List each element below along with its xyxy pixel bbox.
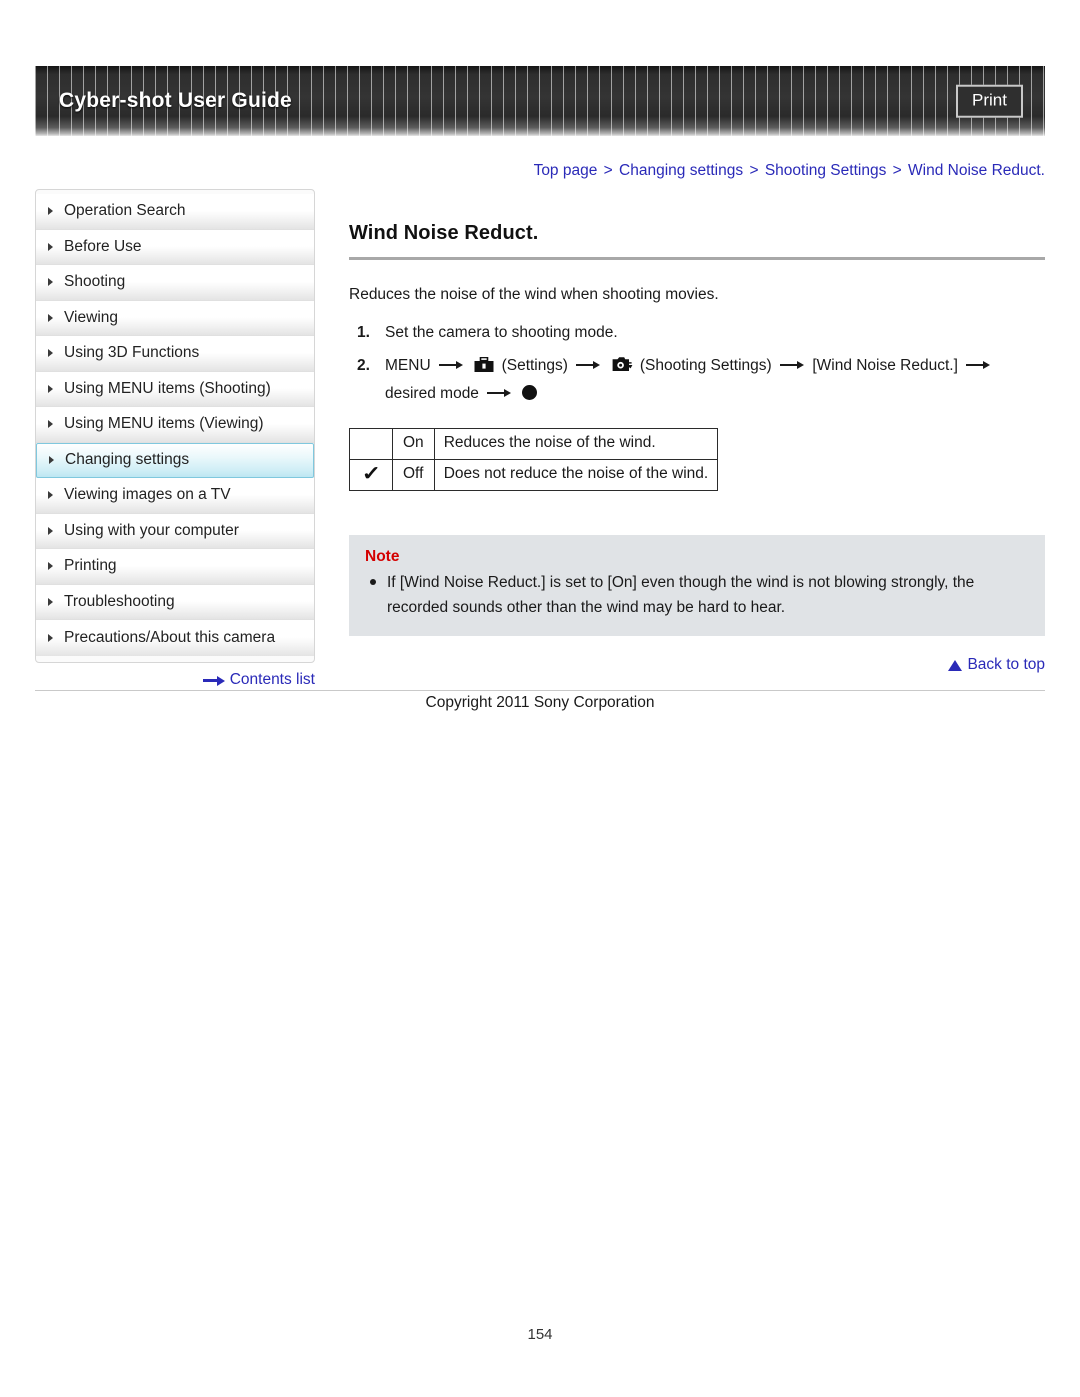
sidebar-item-label: Precautions/About this camera: [64, 628, 276, 646]
triangle-right-icon: [48, 633, 53, 642]
sidebar-item-changing-settings[interactable]: Changing settings: [36, 442, 314, 478]
default-mark-cell: ✓: [349, 459, 393, 492]
sidebar-item-shooting[interactable]: Shooting: [36, 265, 314, 301]
contents-list-link[interactable]: Contents list: [35, 671, 315, 689]
arrow-right-icon: [966, 359, 991, 371]
sidebar-item-label: Using 3D Functions: [64, 344, 200, 362]
step-shooting-settings-label: (Shooting Settings): [639, 357, 772, 375]
step-1: 1. Set the camera to shooting mode.: [349, 320, 1045, 345]
sidebar-item-viewing-images-on-a-tv[interactable]: Viewing images on a TV: [36, 478, 314, 514]
sidebar-item-using-with-your-computer[interactable]: Using with your computer: [36, 513, 314, 549]
option-name: On: [392, 428, 435, 461]
footer-divider: [35, 690, 1045, 691]
control-button-icon: [521, 385, 537, 401]
back-to-top-label: Back to top: [967, 656, 1045, 673]
breadcrumb: Top page > Changing settings > Shooting …: [0, 162, 1045, 180]
sidebar-item-label: Using MENU items (Viewing): [64, 415, 264, 433]
sidebar-item-label: Operation Search: [64, 202, 186, 220]
triangle-right-icon: [48, 313, 53, 322]
site-header: Cyber-shot User Guide Print: [35, 66, 1045, 136]
arrow-right-icon: [202, 675, 225, 686]
step-number: 1.: [357, 324, 370, 341]
sidebar-item-precautions-about-this-camera[interactable]: Precautions/About this camera: [36, 620, 314, 656]
triangle-right-icon: [48, 207, 53, 216]
note-heading: Note: [365, 548, 400, 566]
option-name: Off: [392, 459, 435, 492]
step-menu-item: [Wind Noise Reduct.]: [812, 357, 958, 375]
step-menu-label: MENU: [385, 357, 431, 375]
breadcrumb-item-top-page[interactable]: Top page: [534, 162, 598, 179]
intro-paragraph: Reduces the noise of the wind when shoot…: [349, 286, 719, 303]
table-row: On Reduces the noise of the wind.: [349, 428, 719, 461]
sidebar-item-label: Viewing: [64, 308, 119, 326]
sidebar-item-label: Changing settings: [65, 451, 190, 469]
main-content: Wind Noise Reduct. Reduces the noise of …: [349, 222, 1045, 637]
sidebar-navigation: Operation Search Before Use Shooting Vie…: [35, 189, 315, 663]
triangle-right-icon: [48, 420, 53, 429]
arrow-right-icon: [487, 387, 512, 399]
breadcrumb-item-current: Wind Noise Reduct.: [908, 162, 1045, 179]
sidebar-item-using-menu-items-shooting[interactable]: Using MENU items (Shooting): [36, 371, 314, 407]
sidebar-item-printing[interactable]: Printing: [36, 549, 314, 585]
triangle-right-icon: [48, 349, 53, 358]
procedure-steps: 1. Set the camera to shooting mode. 2. M…: [349, 320, 1045, 406]
step-text: Set the camera to shooting mode.: [385, 324, 618, 341]
sidebar-item-before-use[interactable]: Before Use: [36, 229, 314, 265]
triangle-right-icon: [48, 562, 53, 571]
back-to-top-link[interactable]: Back to top: [349, 656, 1045, 674]
default-mark-cell: [349, 428, 393, 461]
site-title: Cyber-shot User Guide: [59, 89, 292, 112]
sidebar-item-label: Shooting: [64, 273, 126, 291]
page-title: Wind Noise Reduct.: [349, 222, 539, 244]
triangle-right-icon: [48, 526, 53, 535]
arrow-right-icon: [780, 359, 804, 371]
sidebar-item-operation-search[interactable]: Operation Search: [36, 194, 314, 230]
sidebar-item-using-3d-functions[interactable]: Using 3D Functions: [36, 336, 314, 372]
sidebar-item-troubleshooting[interactable]: Troubleshooting: [36, 584, 314, 620]
options-table: On Reduces the noise of the wind. ✓ Off …: [349, 428, 719, 492]
camera-settings-icon: [612, 356, 633, 381]
checkmark-icon: ✓: [361, 462, 381, 485]
triangle-right-icon: [48, 278, 53, 287]
breadcrumb-item-changing-settings[interactable]: Changing settings: [619, 162, 743, 179]
step-desired-word: desired: [385, 385, 436, 403]
sidebar-item-label: Before Use: [64, 237, 142, 255]
sidebar-item-label: Using with your computer: [64, 521, 239, 539]
option-description: Reduces the noise of the wind.: [433, 428, 719, 461]
step-settings-label: (Settings): [501, 357, 568, 375]
step-2: 2. MENU (Settings) (Shooting Settings) […: [349, 353, 1045, 406]
sidebar-item-viewing[interactable]: Viewing: [36, 300, 314, 336]
breadcrumb-separator: >: [603, 162, 613, 179]
breadcrumb-separator: >: [749, 162, 759, 179]
arrow-right-icon: [438, 359, 463, 371]
copyright-text: Copyright 2011 Sony Corporation: [425, 694, 655, 711]
triangle-right-icon: [48, 384, 53, 393]
sidebar-item-label: Troubleshooting: [64, 592, 175, 610]
sidebar-item-using-menu-items-viewing[interactable]: Using MENU items (Viewing): [36, 407, 314, 443]
note-box: Note If [Wind Noise Reduct.] is set to […: [349, 535, 1045, 637]
triangle-up-icon: [948, 659, 963, 671]
option-description: Does not reduce the noise of the wind.: [433, 459, 719, 492]
toolbox-icon: [474, 356, 494, 381]
triangle-right-icon: [48, 597, 53, 606]
step-number: 2.: [357, 357, 370, 375]
sidebar-item-label: Viewing images on a TV: [64, 486, 231, 504]
breadcrumb-item-shooting-settings[interactable]: Shooting Settings: [765, 162, 887, 179]
sidebar-item-label: Printing: [64, 557, 117, 575]
arrow-right-icon: [576, 359, 601, 371]
note-list: If [Wind Noise Reduct.] is set to [On] e…: [365, 570, 1029, 620]
table-row: ✓ Off Does not reduce the noise of the w…: [349, 459, 719, 492]
step-mode-word: mode: [440, 385, 479, 403]
triangle-right-icon: [48, 242, 53, 251]
page-number: 154: [527, 1326, 553, 1343]
title-divider: [349, 257, 1045, 260]
contents-list-label: Contents list: [229, 671, 315, 688]
sidebar-item-label: Using MENU items (Shooting): [64, 379, 271, 397]
triangle-right-icon: [48, 491, 53, 500]
print-button[interactable]: Print: [956, 84, 1023, 118]
triangle-right-icon: [49, 456, 54, 465]
breadcrumb-separator: >: [892, 162, 902, 179]
note-item: If [Wind Noise Reduct.] is set to [On] e…: [365, 570, 1029, 620]
